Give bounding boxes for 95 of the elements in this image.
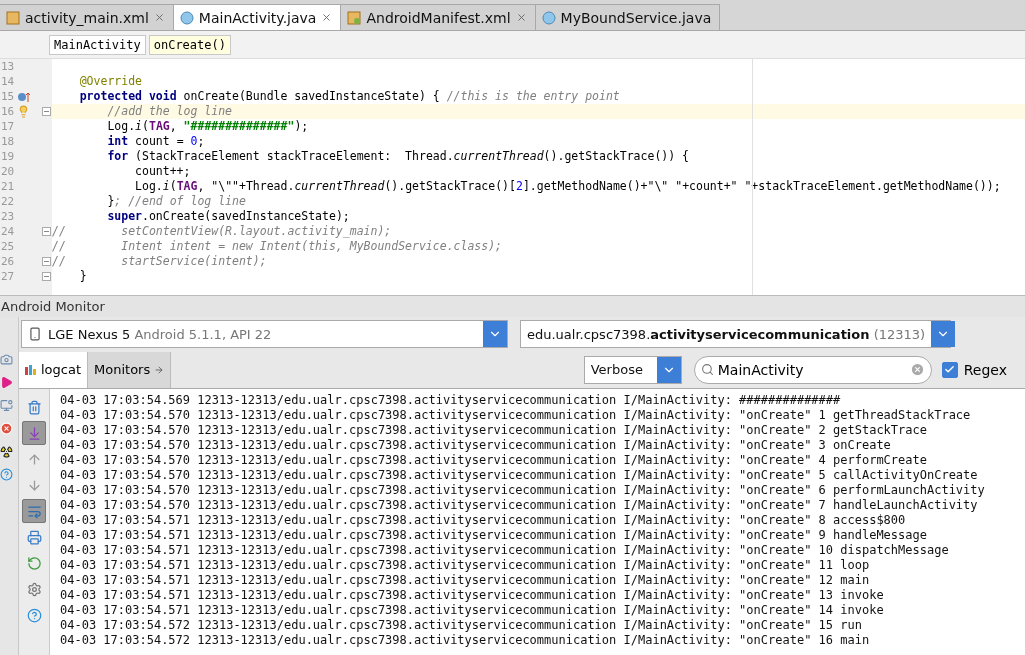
log-line: 04-03 17:03:54.572 12313-12313/edu.ualr.cpsc7398.activityservicecommunication I/MainActivity: "onCreate" 16 main [60, 633, 871, 648]
class-icon [541, 10, 556, 25]
line-number: 25 [1, 240, 16, 253]
code-line: // Intent intent = new Intent(this, MyBoundService.class); [52, 239, 503, 254]
log-line: 04-03 17:03:54.570 12313-12313/edu.ualr.cpsc7398.activityservicecommunication I/MainActivity: "onCreate" 5 callActivityOnCreate [60, 468, 979, 483]
line-number: 20 [1, 165, 16, 178]
override-icon [17, 90, 31, 103]
code-line: Log.i(TAG, "\""+Thread.currentThread().getStackTrace()[2].getMethodName()+"\" "+count+" "+stackTraceElement.getMethodName()); [134, 179, 1001, 194]
help-icon[interactable] [0, 468, 13, 481]
log-line: 04-03 17:03:54.571 12313-12313/edu.ualr.cpsc7398.activityservicecommunication I/MainActivity: "onCreate" 8 access$800 [60, 513, 907, 528]
log-line: 04-03 17:03:54.570 12313-12313/edu.ualr.cpsc7398.activityservicecommunication I/MainActivity: "onCreate" 6 performLaunchActivity [60, 483, 986, 498]
code-line: Log.i(TAG, "##############"); [106, 119, 309, 134]
log-line: 04-03 17:03:54.571 12313-12313/edu.ualr.cpsc7398.activityservicecommunication I/MainActivity: "onCreate" 13 invoke [60, 588, 885, 603]
device-name: LGE Nexus 5 Android 5.1.1, API 22 [48, 326, 272, 342]
code-line: protected void onCreate(Bundle savedInstanceState) { //this is the entry point [78, 89, 620, 104]
close-icon[interactable] [515, 12, 527, 23]
check-icon [944, 364, 956, 375]
restart-icon [26, 555, 42, 571]
device-dropdown[interactable]: LGE Nexus 5 Android 5.1.1, API 22 [21, 320, 508, 348]
code-line: @Override [78, 74, 142, 89]
line-number: 14 [1, 75, 16, 88]
regex-checkbox[interactable] [941, 361, 958, 378]
process-name: edu.ualr.cpsc7398.activityservicecommunication (12313) [527, 326, 926, 342]
search-icon [700, 363, 714, 376]
fold-marker-icon[interactable] [42, 257, 51, 266]
monitor-tab[interactable]: logcat [19, 351, 89, 388]
wrap-text-icon [26, 503, 42, 519]
line-number: 21 [1, 180, 16, 193]
editor-tab[interactable]: MainActivity.java [172, 4, 342, 30]
monitor-tab[interactable]: Monitors [88, 351, 172, 388]
settings-icon [26, 581, 42, 597]
line-number: 22 [1, 195, 16, 208]
log-line: 04-03 17:03:54.569 12313-12313/edu.ualr.cpsc7398.activityservicecommunication I/MainActivity: ############## [60, 393, 842, 408]
code-line: for (StackTraceElement stackTraceElement: Thread.currentThread().getStackTrace()) { [106, 149, 689, 164]
line-number: 24 [1, 225, 16, 238]
code-line: }; //end of log line [106, 194, 246, 209]
screen-record-icon[interactable] [0, 399, 13, 412]
log-line: 04-03 17:03:54.571 12313-12313/edu.ualr.cpsc7398.activityservicecommunication I/MainActivity: "onCreate" 12 main [60, 573, 871, 588]
code-line: //add the log line [106, 104, 232, 119]
play-icon[interactable] [0, 376, 13, 389]
log-line: 04-03 17:03:54.571 12313-12313/edu.ualr.cpsc7398.activityservicecommunication I/MainActivity: "onCreate" 9 handleMessage [60, 528, 928, 543]
trash-icon [26, 399, 42, 415]
close-icon[interactable] [321, 12, 333, 23]
lightbulb-icon[interactable] [17, 105, 30, 118]
code-line: super.onCreate(savedInstanceState); [106, 209, 350, 224]
panel-title: Android Monitor [1, 299, 105, 314]
log-line: 04-03 17:03:54.570 12313-12313/edu.ualr.cpsc7398.activityservicecommunication I/MainActivity: "onCreate" 4 performCreate [60, 453, 928, 468]
line-number: 13 [1, 60, 16, 73]
stop-icon[interactable] [0, 422, 13, 435]
close-icon[interactable] [153, 12, 165, 23]
logcat-icon [25, 364, 37, 375]
line-number: 26 [1, 255, 16, 268]
line-number: 27 [1, 270, 16, 283]
line-number: 23 [1, 210, 16, 223]
fold-marker-icon[interactable] [42, 107, 51, 116]
scroll-to-end-button[interactable] [22, 421, 46, 445]
log-line: 04-03 17:03:54.571 12313-12313/edu.ualr.cpsc7398.activityservicecommunication I/MainActivity: "onCreate" 11 loop [60, 558, 871, 573]
xml-file-icon [6, 10, 20, 25]
line-number: 17 [1, 120, 16, 133]
log-line: 04-03 17:03:54.570 12313-12313/edu.ualr.cpsc7398.activityservicecommunication I/MainActivity: "onCreate" 1 getThreadStackTrace [60, 408, 972, 423]
camera-icon[interactable] [0, 353, 13, 366]
radiation-icon[interactable] [0, 445, 13, 458]
code-line: } [78, 269, 87, 284]
editor-tab[interactable]: AndroidManifest.xml [340, 4, 536, 30]
code-line: // setContentView(R.layout.activity_main); [52, 224, 392, 239]
class-icon [179, 10, 194, 25]
log-line: 04-03 17:03:54.570 12313-12313/edu.ualr.cpsc7398.activityservicecommunication I/MainActivity: "onCreate" 2 getStackTrace [60, 423, 928, 438]
breadcrumb[interactable]: MainActivity [49, 34, 146, 55]
fold-marker-icon[interactable] [42, 227, 51, 236]
log-line: 04-03 17:03:54.570 12313-12313/edu.ualr.cpsc7398.activityservicecommunication I/MainActivity: "onCreate" 7 handleLaunchActivity [60, 498, 979, 513]
line-number: 15 [1, 90, 16, 103]
manifest-file-icon [347, 10, 362, 25]
editor-tab[interactable]: activity_main.xml [0, 4, 174, 30]
phone-icon [28, 327, 42, 341]
line-number: 19 [1, 150, 16, 163]
fold-marker-icon[interactable] [42, 272, 51, 281]
editor-tab[interactable]: MyBoundService.java [534, 4, 721, 30]
log-line: 04-03 17:03:54.571 12313-12313/edu.ualr.cpsc7398.activityservicecommunication I/MainActivity: "onCreate" 10 dispatchMessage [60, 543, 950, 558]
arrow-icon [154, 364, 165, 375]
log-line: 04-03 17:03:54.570 12313-12313/edu.ualr.cpsc7398.activityservicecommunication I/MainActivity: "onCreate" 3 onCreate [60, 438, 892, 453]
checkbox-label: Regex [963, 361, 1007, 378]
code-line: // startService(intent); [52, 254, 267, 269]
line-number: 18 [1, 135, 16, 148]
help-icon [26, 607, 42, 623]
log-line: 04-03 17:03:54.571 12313-12313/edu.ualr.cpsc7398.activityservicecommunication I/MainActivity: "onCreate" 14 invoke [60, 603, 885, 618]
line-number: 16 [1, 105, 16, 118]
code-line: int count = 0; [106, 134, 205, 149]
log-level-dropdown[interactable]: Verbose [583, 355, 682, 384]
breadcrumb[interactable]: onCreate() [148, 34, 231, 55]
printer-icon [26, 529, 42, 545]
log-line: 04-03 17:03:54.572 12313-12313/edu.ualr.cpsc7398.activityservicecommunication I/MainActivity: "onCreate" 15 run [60, 618, 863, 633]
clear-icon[interactable] [909, 362, 925, 377]
code-line: count++; [134, 164, 191, 179]
search-field[interactable]: MainActivity [693, 355, 932, 384]
wrap-button[interactable] [22, 499, 46, 523]
